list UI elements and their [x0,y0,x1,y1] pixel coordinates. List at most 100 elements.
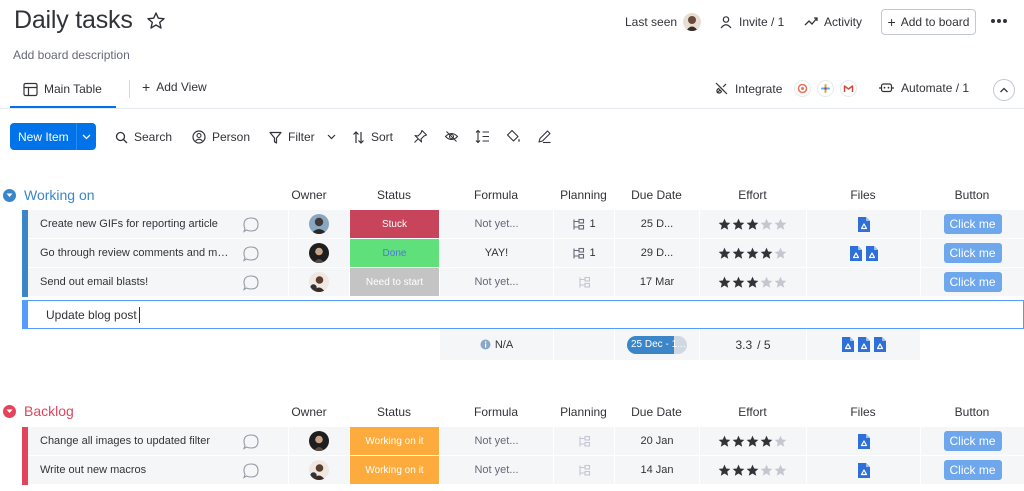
invite-button[interactable]: Invite / 1 [719,13,784,31]
owner-cell[interactable] [288,268,349,297]
new-item-dropdown[interactable] [77,134,96,140]
person-filter-button[interactable]: Person [192,129,250,145]
row-height-icon[interactable] [475,129,490,144]
click-me-button[interactable]: Click me [943,272,1002,292]
tab-add-view[interactable]: + Add View [142,80,207,94]
planning-cell[interactable] [553,268,614,297]
group-collapse-icon[interactable] [3,404,16,418]
collapse-header-button[interactable] [993,79,1015,101]
star-empty-icon[interactable] [774,218,787,231]
star-filled-icon[interactable] [732,276,745,289]
column-header-owner[interactable]: Owner [280,188,338,204]
owner-cell[interactable] [288,456,349,485]
star-filled-icon[interactable] [718,247,731,260]
item-name-cell[interactable]: Change all images to updated filter [28,427,288,456]
effort-rating[interactable] [699,268,806,297]
status-badge[interactable]: Working on it [349,456,439,485]
files-cell[interactable] [806,210,920,239]
automate-button[interactable]: Automate / 1 [879,80,969,95]
files-cell[interactable] [806,456,920,485]
column-header-effort[interactable]: Effort [699,405,806,421]
file-icon[interactable] [857,433,871,450]
file-icon[interactable] [841,336,855,353]
status-badge[interactable]: Done [349,239,439,268]
star-empty-icon[interactable] [760,464,773,477]
item-name[interactable]: Go through review comments and ma... [40,247,230,259]
item-name[interactable]: Change all images to updated filter [40,435,230,447]
due-date-cell[interactable]: 29 D... [614,239,699,268]
effort-rating[interactable] [699,239,806,268]
star-filled-icon[interactable] [732,247,745,260]
click-me-button[interactable]: Click me [943,460,1002,480]
last-seen[interactable]: Last seen [625,13,702,31]
star-filled-icon[interactable] [732,435,745,448]
tab-main-table[interactable]: Main Table [10,72,116,108]
item-name-cell[interactable]: Go through review comments and ma... [28,239,288,268]
item-name-cell[interactable]: Write out new macros [28,456,288,485]
file-icon[interactable] [865,245,879,262]
column-header-effort[interactable]: Effort [699,188,806,204]
planning-cell[interactable]: 1 [553,210,614,239]
column-header-files[interactable]: Files [806,405,920,421]
star-filled-icon[interactable] [746,464,759,477]
star-filled-icon[interactable] [746,247,759,260]
planning-cell[interactable]: 1 [553,239,614,268]
star-filled-icon[interactable] [718,218,731,231]
star-icon[interactable] [146,11,166,31]
planning-cell[interactable] [553,456,614,485]
add-to-board-button[interactable]: + Add to board [881,9,976,35]
status-badge[interactable]: Working on it [349,427,439,456]
files-cell[interactable] [806,268,920,297]
due-date-cell[interactable]: 20 Jan [614,427,699,456]
column-header-planning[interactable]: Planning [553,188,614,204]
status-badge[interactable]: Need to start [349,268,439,297]
new-item-input[interactable]: Update blog post [22,300,1024,329]
star-empty-icon[interactable] [760,276,773,289]
effort-rating[interactable] [699,456,806,485]
star-empty-icon[interactable] [774,464,787,477]
star-filled-icon[interactable] [746,276,759,289]
effort-rating[interactable] [699,427,806,456]
item-name-cell[interactable]: Create new GIFs for reporting article [28,210,288,239]
column-header-owner[interactable]: Owner [280,405,338,421]
integrate-button[interactable]: Integrate [714,80,858,97]
due-date-cell[interactable]: 25 D... [614,210,699,239]
column-header-status[interactable]: Status [349,188,439,204]
column-header-due-date[interactable]: Due Date [614,188,699,204]
chat-bubble-icon[interactable] [242,462,260,480]
star-filled-icon[interactable] [718,464,731,477]
star-empty-icon[interactable] [760,218,773,231]
group-header-working-on[interactable]: Working on [3,185,95,205]
more-options-icon[interactable] [990,18,1008,24]
column-header-status[interactable]: Status [349,405,439,421]
star-filled-icon[interactable] [760,247,773,260]
star-filled-icon[interactable] [732,464,745,477]
click-me-button[interactable]: Click me [943,431,1002,451]
star-filled-icon[interactable] [760,435,773,448]
chat-bubble-icon[interactable] [242,433,260,451]
due-date-summary[interactable]: 25 Dec - 1... [614,329,699,360]
sort-button[interactable]: Sort [352,129,393,145]
status-badge[interactable]: Stuck [349,210,439,239]
activity-button[interactable]: Activity [804,13,862,31]
star-empty-icon[interactable] [774,247,787,260]
owner-cell[interactable] [288,210,349,239]
table-row[interactable]: Create new GIFs for reporting article St… [22,210,1024,239]
planning-cell[interactable] [553,427,614,456]
file-icon[interactable] [849,245,863,262]
new-item-value[interactable]: Update blog post [46,308,137,322]
column-header-button[interactable]: Button [920,188,1024,204]
pen-icon[interactable] [537,129,552,144]
item-name[interactable]: Create new GIFs for reporting article [40,218,230,230]
board-description[interactable]: Add board description [13,48,130,62]
column-header-formula[interactable]: Formula [439,405,553,421]
group-title[interactable]: Working on [24,187,95,203]
file-icon[interactable] [857,336,871,353]
due-date-cell[interactable]: 17 Mar [614,268,699,297]
paint-bucket-icon[interactable] [506,129,521,144]
column-header-due-date[interactable]: Due Date [614,405,699,421]
item-name[interactable]: Write out new macros [40,464,230,476]
table-row[interactable]: Go through review comments and ma... Don… [22,239,1024,268]
date-range-pill[interactable]: 25 Dec - 1... [627,335,687,354]
item-name-cell[interactable]: Send out email blasts! [28,268,288,297]
